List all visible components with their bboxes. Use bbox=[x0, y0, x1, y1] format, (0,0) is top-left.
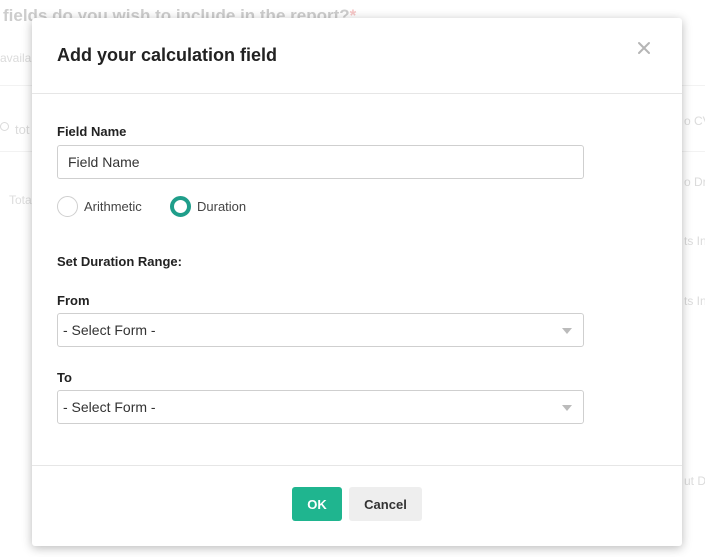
to-select-value: - Select Form - bbox=[63, 399, 156, 415]
close-icon[interactable] bbox=[634, 38, 654, 58]
header-divider bbox=[32, 93, 682, 94]
cancel-button[interactable]: Cancel bbox=[349, 487, 422, 521]
to-label: To bbox=[57, 370, 72, 385]
chevron-down-icon bbox=[562, 405, 572, 411]
to-form-select[interactable]: - Select Form - bbox=[57, 390, 584, 424]
chevron-down-icon bbox=[562, 328, 572, 334]
footer-divider bbox=[32, 465, 682, 466]
from-label: From bbox=[57, 293, 90, 308]
radio-arithmetic[interactable]: Arithmetic bbox=[57, 196, 142, 217]
radio-duration-label: Duration bbox=[197, 199, 247, 214]
radio-unchecked-icon[interactable] bbox=[57, 196, 78, 217]
from-form-select[interactable]: - Select Form - bbox=[57, 313, 584, 347]
field-name-label: Field Name bbox=[57, 124, 127, 139]
radio-duration[interactable]: Duration bbox=[170, 196, 246, 217]
field-name-input[interactable] bbox=[57, 145, 584, 179]
calculation-field-dialog: Add your calculation field Field Name Ar… bbox=[32, 18, 682, 546]
radio-checked-icon[interactable] bbox=[170, 196, 191, 217]
from-select-value: - Select Form - bbox=[63, 322, 156, 338]
radio-arithmetic-label: Arithmetic bbox=[84, 199, 142, 214]
dialog-title: Add your calculation field bbox=[57, 45, 278, 65]
duration-range-label: Set Duration Range: bbox=[57, 254, 182, 269]
ok-button[interactable]: OK bbox=[292, 487, 342, 521]
